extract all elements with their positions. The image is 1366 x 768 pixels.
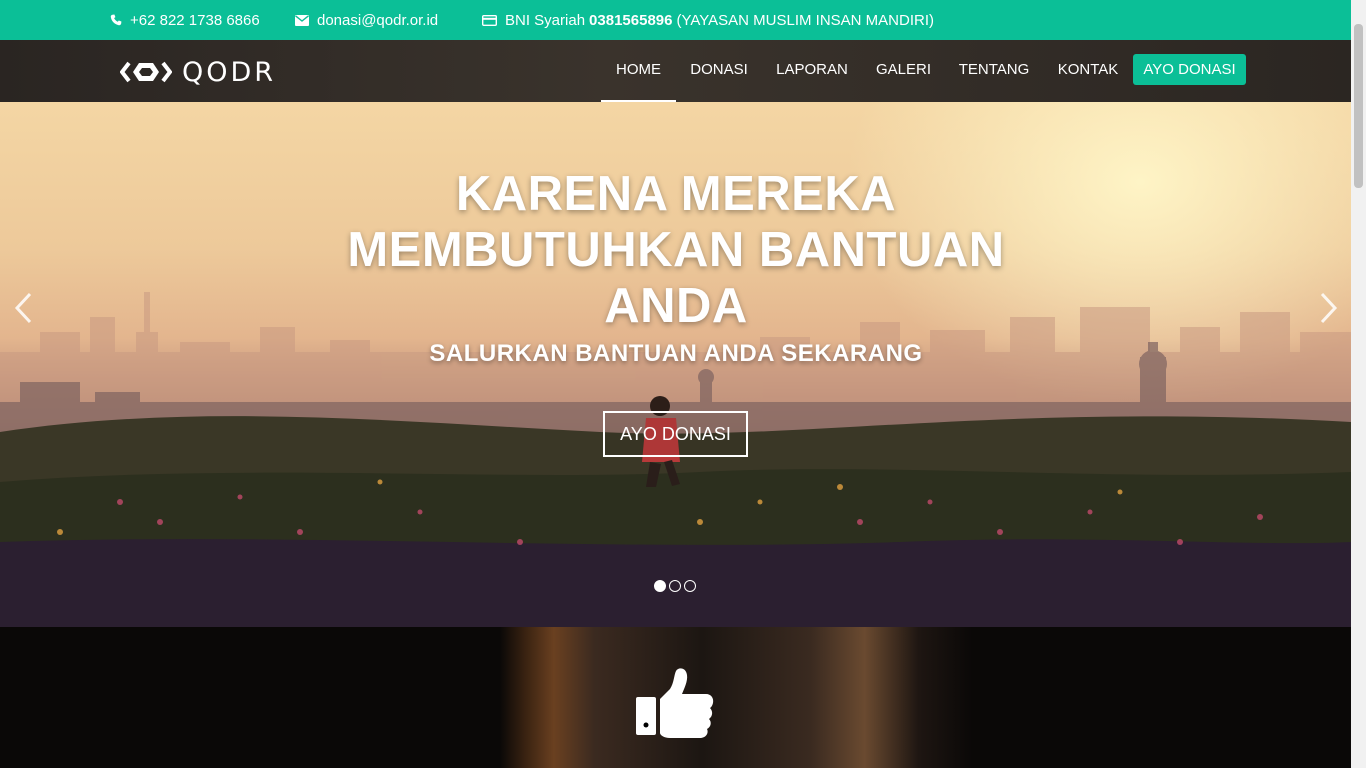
nav-item-donasi[interactable]: DONASI (684, 40, 754, 102)
page-scrollbar[interactable] (1351, 0, 1366, 768)
qodr-logo-icon (120, 61, 172, 83)
nav-item-galeri[interactable]: GALERI (871, 40, 936, 102)
bank-name: BNI Syariah (505, 11, 586, 29)
top-info-bar: +62 822 1738 6866 donasi@qodr.or.id BNI … (0, 0, 1351, 40)
hero-donate-button[interactable]: AYO DONASI (603, 411, 748, 457)
features-section (0, 627, 1351, 768)
email-address: donasi@qodr.or.id (317, 11, 439, 29)
hero-title: KARENA MEREKA MEMBUTUHKAN BANTUAN ANDA (347, 167, 1005, 333)
nav-item-laporan[interactable]: LAPORAN (771, 40, 853, 102)
envelope-icon (295, 14, 309, 26)
site-logo[interactable]: QODR (120, 56, 277, 88)
slide-dot-1[interactable] (654, 580, 666, 592)
slide-dot-2[interactable] (669, 580, 681, 592)
phone-icon (110, 14, 122, 26)
contact-phone[interactable]: +62 822 1738 6866 (110, 0, 260, 40)
thumbs-up-icon (636, 668, 714, 738)
donate-nav-button[interactable]: AYO DONASI (1133, 54, 1246, 85)
credit-card-icon (482, 14, 497, 26)
logo-text: QODR (182, 56, 277, 88)
hero-subtitle: SALURKAN BANTUAN ANDA SEKARANG (429, 340, 923, 367)
nav-item-tentang[interactable]: TENTANG (953, 40, 1035, 102)
chevron-right-icon[interactable] (1314, 288, 1344, 328)
contact-email[interactable]: donasi@qodr.or.id (295, 0, 438, 40)
nav-item-home[interactable]: HOME (601, 40, 676, 102)
bank-account-info: BNI Syariah 0381565896 (YAYASAN MUSLIM I… (482, 0, 934, 40)
hero-slider: KARENA MEREKA MEMBUTUHKAN BANTUAN ANDA S… (0, 102, 1351, 627)
nav-item-kontak[interactable]: KONTAK (1052, 40, 1124, 102)
chevron-left-icon[interactable] (8, 288, 38, 328)
slide-dot-3[interactable] (684, 580, 696, 592)
scrollbar-thumb[interactable] (1354, 24, 1363, 188)
bank-account-holder: (YAYASAN MUSLIM INSAN MANDIRI) (676, 11, 935, 29)
slider-indicators (654, 580, 696, 592)
phone-number: +62 822 1738 6866 (130, 11, 260, 29)
bank-account-number: 0381565896 (589, 11, 673, 29)
main-navbar: QODR HOME DONASI LAPORAN GALERI TENTANG … (0, 40, 1351, 102)
